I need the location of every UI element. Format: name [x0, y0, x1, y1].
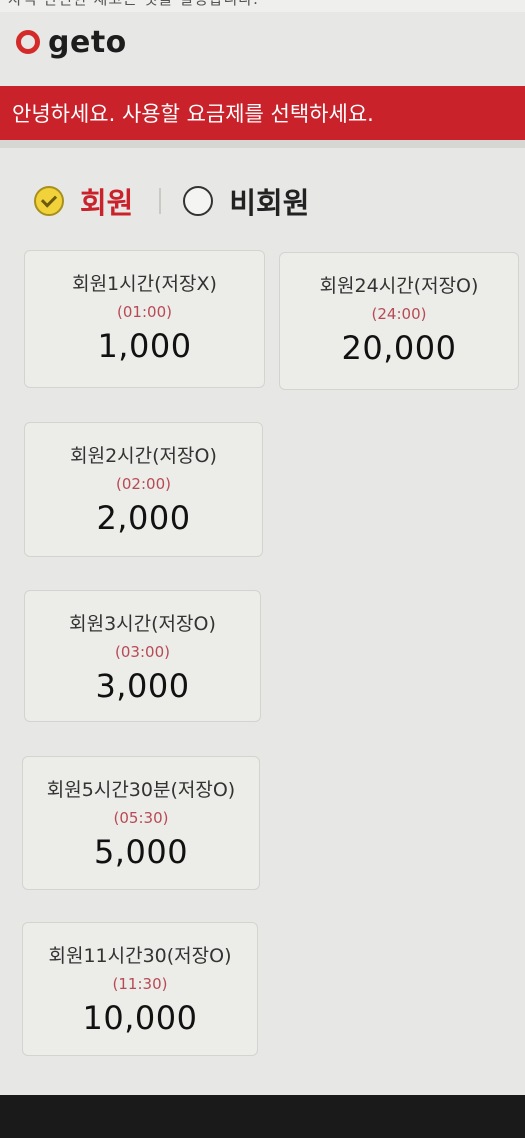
banner-text: 안녕하세요. 사용할 요금제를 선택하세요.: [12, 102, 374, 126]
check-icon: [40, 190, 58, 208]
plan-time: (01:00): [117, 303, 172, 321]
plan-name: 회원2시간(저장O): [70, 445, 217, 467]
tab-member[interactable]: 회원: [34, 180, 133, 222]
plan-card-5h30m[interactable]: 회원5시간30분(저장O) (05:30) 5,000: [22, 756, 260, 890]
logo-ring-icon: [16, 30, 40, 54]
top-cut-text: 자격 안전한 재고는 것을 설정합니다.: [0, 0, 525, 12]
tab-non-member[interactable]: 비회원: [183, 180, 309, 222]
plan-name: 회원24시간(저장O): [319, 275, 479, 297]
plan-name: 회원5시간30분(저장O): [46, 779, 236, 801]
brand-logo: geto: [16, 22, 127, 62]
plan-price: 10,000: [82, 999, 198, 1037]
radio-unchecked-icon[interactable]: [183, 186, 214, 216]
plan-name: 회원1시간(저장X): [72, 273, 217, 295]
plan-price: 3,000: [95, 667, 190, 705]
tab-separator: [159, 188, 162, 214]
plan-name: 회원3시간(저장O): [69, 613, 216, 635]
logo-text: geto: [48, 24, 127, 60]
plan-price: 20,000: [341, 329, 457, 367]
plan-time: (24:00): [371, 305, 427, 323]
plan-time: (11:30): [112, 975, 168, 993]
tab-non-member-label: 비회원: [229, 186, 310, 220]
plan-card-2h[interactable]: 회원2시간(저장O) (02:00) 2,000: [24, 422, 263, 557]
plan-time: (03:00): [115, 643, 170, 661]
plan-card-1h[interactable]: 회원1시간(저장X) (01:00) 1,000: [24, 250, 265, 388]
tab-member-label: 회원: [80, 186, 134, 220]
member-type-selector: 회원 비회원: [34, 176, 309, 226]
screen-bezel: [0, 1095, 525, 1138]
plan-time: (02:00): [116, 475, 171, 493]
plan-card-3h[interactable]: 회원3시간(저장O) (03:00) 3,000: [24, 590, 261, 722]
banner-divider: [0, 140, 525, 148]
plan-card-24h[interactable]: 회원24시간(저장O) (24:00) 20,000: [279, 252, 519, 390]
greeting-banner: 안녕하세요. 사용할 요금제를 선택하세요.: [0, 86, 525, 140]
radio-checked-icon[interactable]: [34, 186, 64, 216]
plan-time: (05:30): [113, 809, 169, 827]
plan-price: 1,000: [97, 327, 192, 365]
plan-price: 5,000: [93, 833, 189, 871]
plan-name: 회원11시간30(저장O): [48, 945, 232, 967]
plan-price: 2,000: [96, 499, 191, 537]
plan-card-11h30m[interactable]: 회원11시간30(저장O) (11:30) 10,000: [22, 922, 258, 1056]
